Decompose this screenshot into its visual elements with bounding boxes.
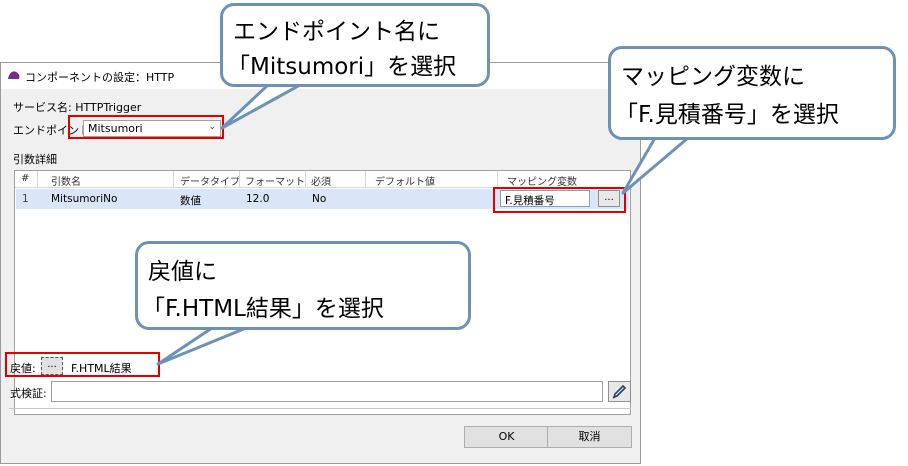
- column-header-required: 必須: [311, 177, 331, 188]
- row-arg-name: MitsumoriNo: [51, 193, 118, 205]
- column-header-mapping: マッピング変数: [507, 177, 577, 188]
- callout-mapping: マッピング変数に 「F.見積番号」を選択: [608, 46, 896, 140]
- mapping-browse-button[interactable]: ...: [598, 190, 620, 207]
- return-value-label: 戻値:: [10, 362, 36, 375]
- mapping-variable-value: F.見積番号: [505, 195, 555, 207]
- args-section-label: 引数詳細: [13, 153, 57, 166]
- row-format: 12.0: [246, 193, 270, 205]
- mapping-variable-field[interactable]: F.見積番号: [500, 190, 590, 207]
- row-data-type: 数値: [180, 195, 201, 207]
- callout-return-value: 戻値に 「F.HTML結果」を選択: [135, 241, 471, 330]
- expression-input[interactable]: [51, 381, 603, 402]
- return-value-text: F.HTML結果: [71, 362, 132, 375]
- table-header: # 引数名 データタイプ フォーマット 必須 デフォルト値 マッピング変数: [15, 171, 630, 188]
- app-logo-icon: [8, 71, 20, 79]
- column-header-default: デフォルト値: [375, 177, 435, 188]
- row-number: 1: [22, 193, 29, 205]
- expression-edit-button[interactable]: [608, 381, 631, 402]
- cancel-button[interactable]: 取消: [547, 426, 632, 448]
- callout-endpoint-line2: 「Mitsumori」を選択: [227, 54, 457, 80]
- divider: [9, 408, 631, 409]
- column-header-format: フォーマット: [245, 177, 305, 188]
- callout-return-line2: 「F.HTML結果」を選択: [142, 296, 384, 322]
- callout-return-line1: 戻値に: [148, 259, 217, 285]
- return-value-browse-button[interactable]: ...: [41, 357, 63, 375]
- column-header-number: #: [21, 173, 30, 184]
- column-header-type: データタイプ: [180, 177, 240, 188]
- endpoint-select[interactable]: Mitsumori ⌄: [83, 120, 221, 137]
- dialog-title: コンポーネントの設定：HTTP: [25, 71, 175, 84]
- pencil-icon: [612, 384, 627, 399]
- row-required: No: [312, 193, 327, 205]
- endpoint-select-value: Mitsumori: [88, 122, 143, 135]
- callout-endpoint-line1: エンドポイント名に: [233, 19, 440, 45]
- table-row[interactable]: 1 MitsumoriNo 数値 12.0 No F.見積番号 ...: [16, 189, 629, 209]
- chevron-down-icon: ⌄: [208, 122, 216, 132]
- callout-endpoint: エンドポイント名に 「Mitsumori」を選択: [220, 3, 490, 87]
- column-header-name: 引数名: [51, 177, 81, 188]
- service-name-label: サービス名: HTTPTrigger: [13, 101, 142, 114]
- ok-button[interactable]: OK: [464, 426, 549, 448]
- callout-mapping-line2: 「F.見積番号」を選択: [615, 102, 839, 128]
- callout-mapping-line1: マッピング変数に: [621, 64, 805, 90]
- expression-label: 式検証:: [10, 387, 47, 400]
